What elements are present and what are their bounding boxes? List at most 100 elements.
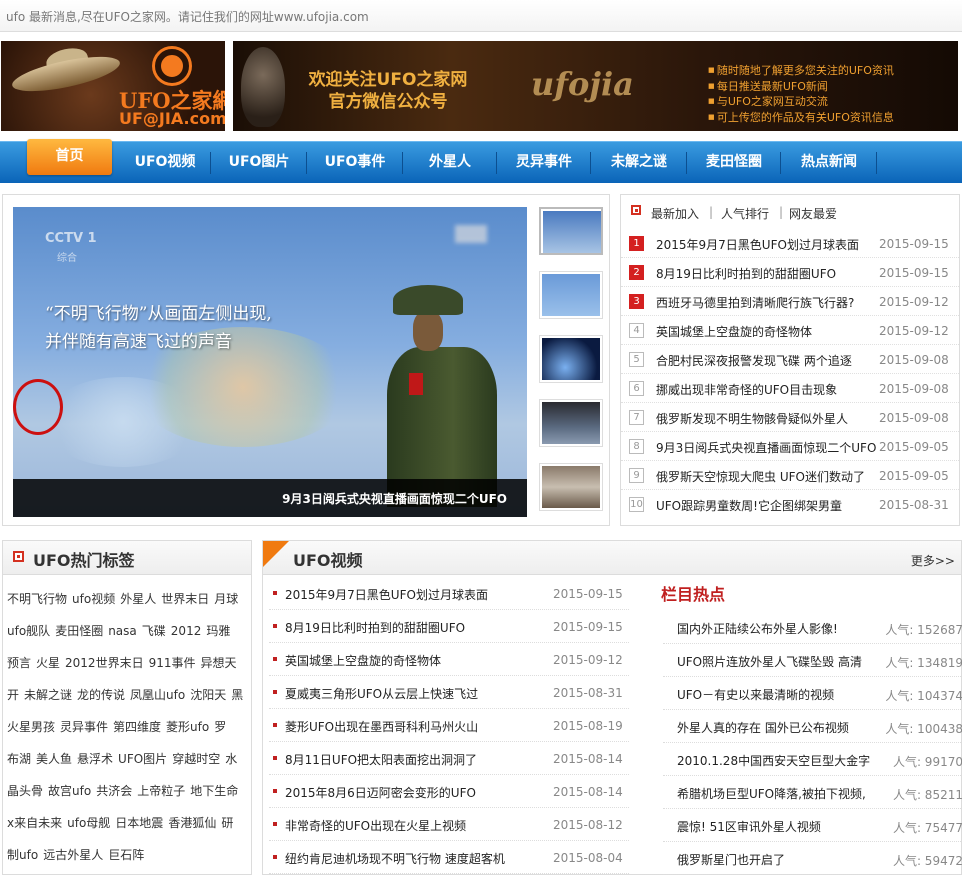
- tag-link[interactable]: 菱形ufo: [166, 711, 209, 743]
- video-row[interactable]: 2015年9月7日黑色UFO划过月球表面 2015-09-15: [269, 577, 629, 610]
- slideshow-main-image[interactable]: CCTV 1 综合 “不明飞行物”从画面左侧出现, 并伴随有高速飞过的声音 9月…: [13, 207, 527, 517]
- tag-link[interactable]: 不明飞行物: [7, 583, 67, 615]
- nav-home[interactable]: 首页: [27, 139, 112, 175]
- hot-row[interactable]: 2010.1.28中国西安天空巨型大金字 人气: 99170: [663, 743, 962, 776]
- wechat-banner[interactable]: 欢迎关注UFO之家网 官方微信公众号 ufojia 随时随地了解更多您关注的UF…: [233, 41, 958, 131]
- news-title[interactable]: 合肥村民深夜报警发现飞碟 两个追逐: [656, 352, 878, 369]
- hot-title[interactable]: UFO－有史以来最清晰的视频: [677, 686, 877, 703]
- news-row[interactable]: 5 合肥村民深夜报警发现飞碟 两个追逐 2015-09-08: [621, 345, 959, 374]
- site-logo[interactable]: UFO之家網 UF@JIA.com: [1, 41, 225, 131]
- nav-item-ufo-video[interactable]: UFO视频: [120, 142, 210, 182]
- video-row[interactable]: 2015年8月6日迈阿密会变形的UFO 2015-08-14: [269, 775, 629, 808]
- nav-item-mysteries[interactable]: 未解之谜: [592, 142, 686, 182]
- tag-link[interactable]: 制ufo: [7, 839, 38, 871]
- tag-link[interactable]: x来自未来: [7, 807, 62, 839]
- news-row[interactable]: 2 8月19日比利时拍到的甜甜圈UFO 2015-09-15: [621, 258, 959, 287]
- news-row[interactable]: 6 挪威出现非常奇怪的UFO目击现象 2015-09-08: [621, 374, 959, 403]
- news-row[interactable]: 9 俄罗斯天空惊现大爬虫 UFO迷们数动了 2015-09-05: [621, 461, 959, 490]
- tag-link[interactable]: 未解之谜: [24, 679, 72, 711]
- hot-title[interactable]: 希腊机场巨型UFO降落,被拍下视频,: [677, 785, 877, 802]
- thumbnail-2[interactable]: [539, 271, 603, 319]
- video-row[interactable]: 8月11日UFO把太阳表面挖出洞洞了 2015-08-14: [269, 742, 629, 775]
- hot-title[interactable]: 2010.1.28中国西安天空巨型大金字: [677, 752, 877, 769]
- tab-favorites[interactable]: 网友最爱: [789, 205, 837, 222]
- video-row[interactable]: 纽约肯尼迪机场现不明飞行物 速度超客机 2015-08-04: [269, 841, 629, 874]
- thumbnail-3[interactable]: [539, 335, 603, 383]
- tag-link[interactable]: 布湖: [7, 743, 31, 775]
- video-row[interactable]: 菱形UFO出现在墨西哥科利马州火山 2015-08-19: [269, 709, 629, 742]
- video-row[interactable]: 夏威夷三角形UFO从云层上快速飞过 2015-08-31: [269, 676, 629, 709]
- tag-link[interactable]: 远古外星人: [43, 839, 103, 871]
- news-row[interactable]: 7 俄罗斯发现不明生物骸骨疑似外星人 2015-09-08: [621, 403, 959, 432]
- hot-row[interactable]: 国内外正陆续公布外星人影像! 人气: 152687: [663, 611, 962, 644]
- tag-link[interactable]: 火星男孩: [7, 711, 55, 743]
- news-title[interactable]: 俄罗斯天空惊现大爬虫 UFO迷们数动了: [656, 468, 878, 485]
- news-title[interactable]: 俄罗斯发现不明生物骸骨疑似外星人: [656, 410, 878, 427]
- nav-item-aliens[interactable]: 外星人: [404, 142, 496, 182]
- hot-row[interactable]: UFO照片连放外星人飞碟坠毁 高清 人气: 134819: [663, 644, 962, 677]
- tag-link[interactable]: 凤凰山ufo: [130, 679, 185, 711]
- thumbnail-1[interactable]: [539, 207, 603, 255]
- thumbnail-5[interactable]: [539, 463, 603, 511]
- tag-link[interactable]: 水: [225, 743, 237, 775]
- video-row[interactable]: 非常奇怪的UFO出现在火星上视频 2015-08-12: [269, 808, 629, 841]
- tag-link[interactable]: ufo视频: [72, 583, 115, 615]
- news-row[interactable]: 3 西班牙马德里拍到清晰爬行族飞行器? 2015-09-12: [621, 287, 959, 316]
- tag-link[interactable]: 飞碟: [142, 615, 166, 647]
- news-title[interactable]: 9月3日阅兵式央视直播画面惊现二个UFO: [656, 439, 878, 456]
- video-title[interactable]: 英国城堡上空盘旋的奇怪物体: [285, 652, 545, 669]
- video-row[interactable]: 英国城堡上空盘旋的奇怪物体 2015-09-12: [269, 643, 629, 676]
- video-row[interactable]: 8月19日比利时拍到的甜甜圈UFO 2015-09-15: [269, 610, 629, 643]
- video-title[interactable]: 8月19日比利时拍到的甜甜圈UFO: [285, 619, 545, 636]
- hot-title[interactable]: 外星人真的存在 国外已公布视频: [677, 719, 877, 736]
- tag-link[interactable]: ufo母舰: [67, 807, 110, 839]
- more-link[interactable]: 更多>>: [911, 552, 955, 569]
- video-title[interactable]: 非常奇怪的UFO出现在火星上视频: [285, 817, 545, 834]
- nav-item-hot-news[interactable]: 热点新闻: [782, 142, 876, 182]
- tag-link[interactable]: 911事件: [149, 647, 196, 679]
- tag-link[interactable]: nasa: [108, 615, 137, 647]
- tag-link[interactable]: 上帝粒子: [137, 775, 185, 807]
- hot-row[interactable]: 俄罗斯星门也开启了 人气: 59472: [663, 842, 962, 875]
- tag-link[interactable]: 月球: [214, 583, 238, 615]
- news-title[interactable]: 英国城堡上空盘旋的奇怪物体: [656, 323, 878, 340]
- tag-link[interactable]: 玛雅: [206, 615, 230, 647]
- tag-link[interactable]: 2012世界末日: [65, 647, 144, 679]
- tag-link[interactable]: 黑: [231, 679, 243, 711]
- tag-link[interactable]: 沈阳天: [190, 679, 226, 711]
- video-title[interactable]: 2015年9月7日黑色UFO划过月球表面: [285, 586, 545, 603]
- news-title[interactable]: 西班牙马德里拍到清晰爬行族飞行器?: [656, 294, 878, 311]
- news-row[interactable]: 1 2015年9月7日黑色UFO划过月球表面 2015-09-15: [621, 229, 959, 258]
- video-title[interactable]: 菱形UFO出现在墨西哥科利马州火山: [285, 718, 545, 735]
- tag-link[interactable]: 晶头骨: [7, 775, 43, 807]
- tag-link[interactable]: 悬浮术: [77, 743, 113, 775]
- news-title[interactable]: 2015年9月7日黑色UFO划过月球表面: [656, 236, 878, 253]
- nav-item-ufo-events[interactable]: UFO事件: [308, 142, 402, 182]
- tag-link[interactable]: 2012: [171, 615, 202, 647]
- tag-link[interactable]: 地下生命: [190, 775, 238, 807]
- tag-link[interactable]: 共济会: [96, 775, 132, 807]
- video-title[interactable]: 8月11日UFO把太阳表面挖出洞洞了: [285, 751, 545, 768]
- tag-link[interactable]: 外星人: [120, 583, 156, 615]
- news-row[interactable]: 4 英国城堡上空盘旋的奇怪物体 2015-09-12: [621, 316, 959, 345]
- tag-link[interactable]: 日本地震: [115, 807, 163, 839]
- tag-link[interactable]: 香港狐仙: [168, 807, 216, 839]
- hot-row[interactable]: 外星人真的存在 国外已公布视频 人气: 100438: [663, 710, 962, 743]
- news-row[interactable]: 8 9月3日阅兵式央视直播画面惊现二个UFO 2015-09-05: [621, 432, 959, 461]
- tag-link[interactable]: UFO图片: [118, 743, 167, 775]
- hot-title[interactable]: 震惊! 51区审讯外星人视频: [677, 818, 877, 835]
- slide-title[interactable]: 9月3日阅兵式央视直播画面惊现二个UFO: [282, 490, 507, 507]
- video-title[interactable]: 夏威夷三角形UFO从云层上快速飞过: [285, 685, 545, 702]
- news-row[interactable]: 10 UFO跟踪男童数周!它企图绑架男童 2015-08-31: [621, 490, 959, 519]
- hot-title[interactable]: 国内外正陆续公布外星人影像!: [677, 620, 877, 637]
- tag-link[interactable]: ufo舰队: [7, 615, 50, 647]
- news-title[interactable]: UFO跟踪男童数周!它企图绑架男童: [656, 497, 878, 514]
- hot-title[interactable]: 俄罗斯星门也开启了: [677, 851, 877, 868]
- tag-link[interactable]: 异想天: [200, 647, 236, 679]
- news-title[interactable]: 挪威出现非常奇怪的UFO目击现象: [656, 381, 878, 398]
- tag-link[interactable]: 巨石阵: [108, 839, 144, 871]
- hot-row[interactable]: 希腊机场巨型UFO降落,被拍下视频, 人气: 85211: [663, 776, 962, 809]
- thumbnail-4[interactable]: [539, 399, 603, 447]
- slide-caption-bar[interactable]: 9月3日阅兵式央视直播画面惊现二个UFO: [13, 479, 527, 517]
- tag-link[interactable]: 罗: [214, 711, 226, 743]
